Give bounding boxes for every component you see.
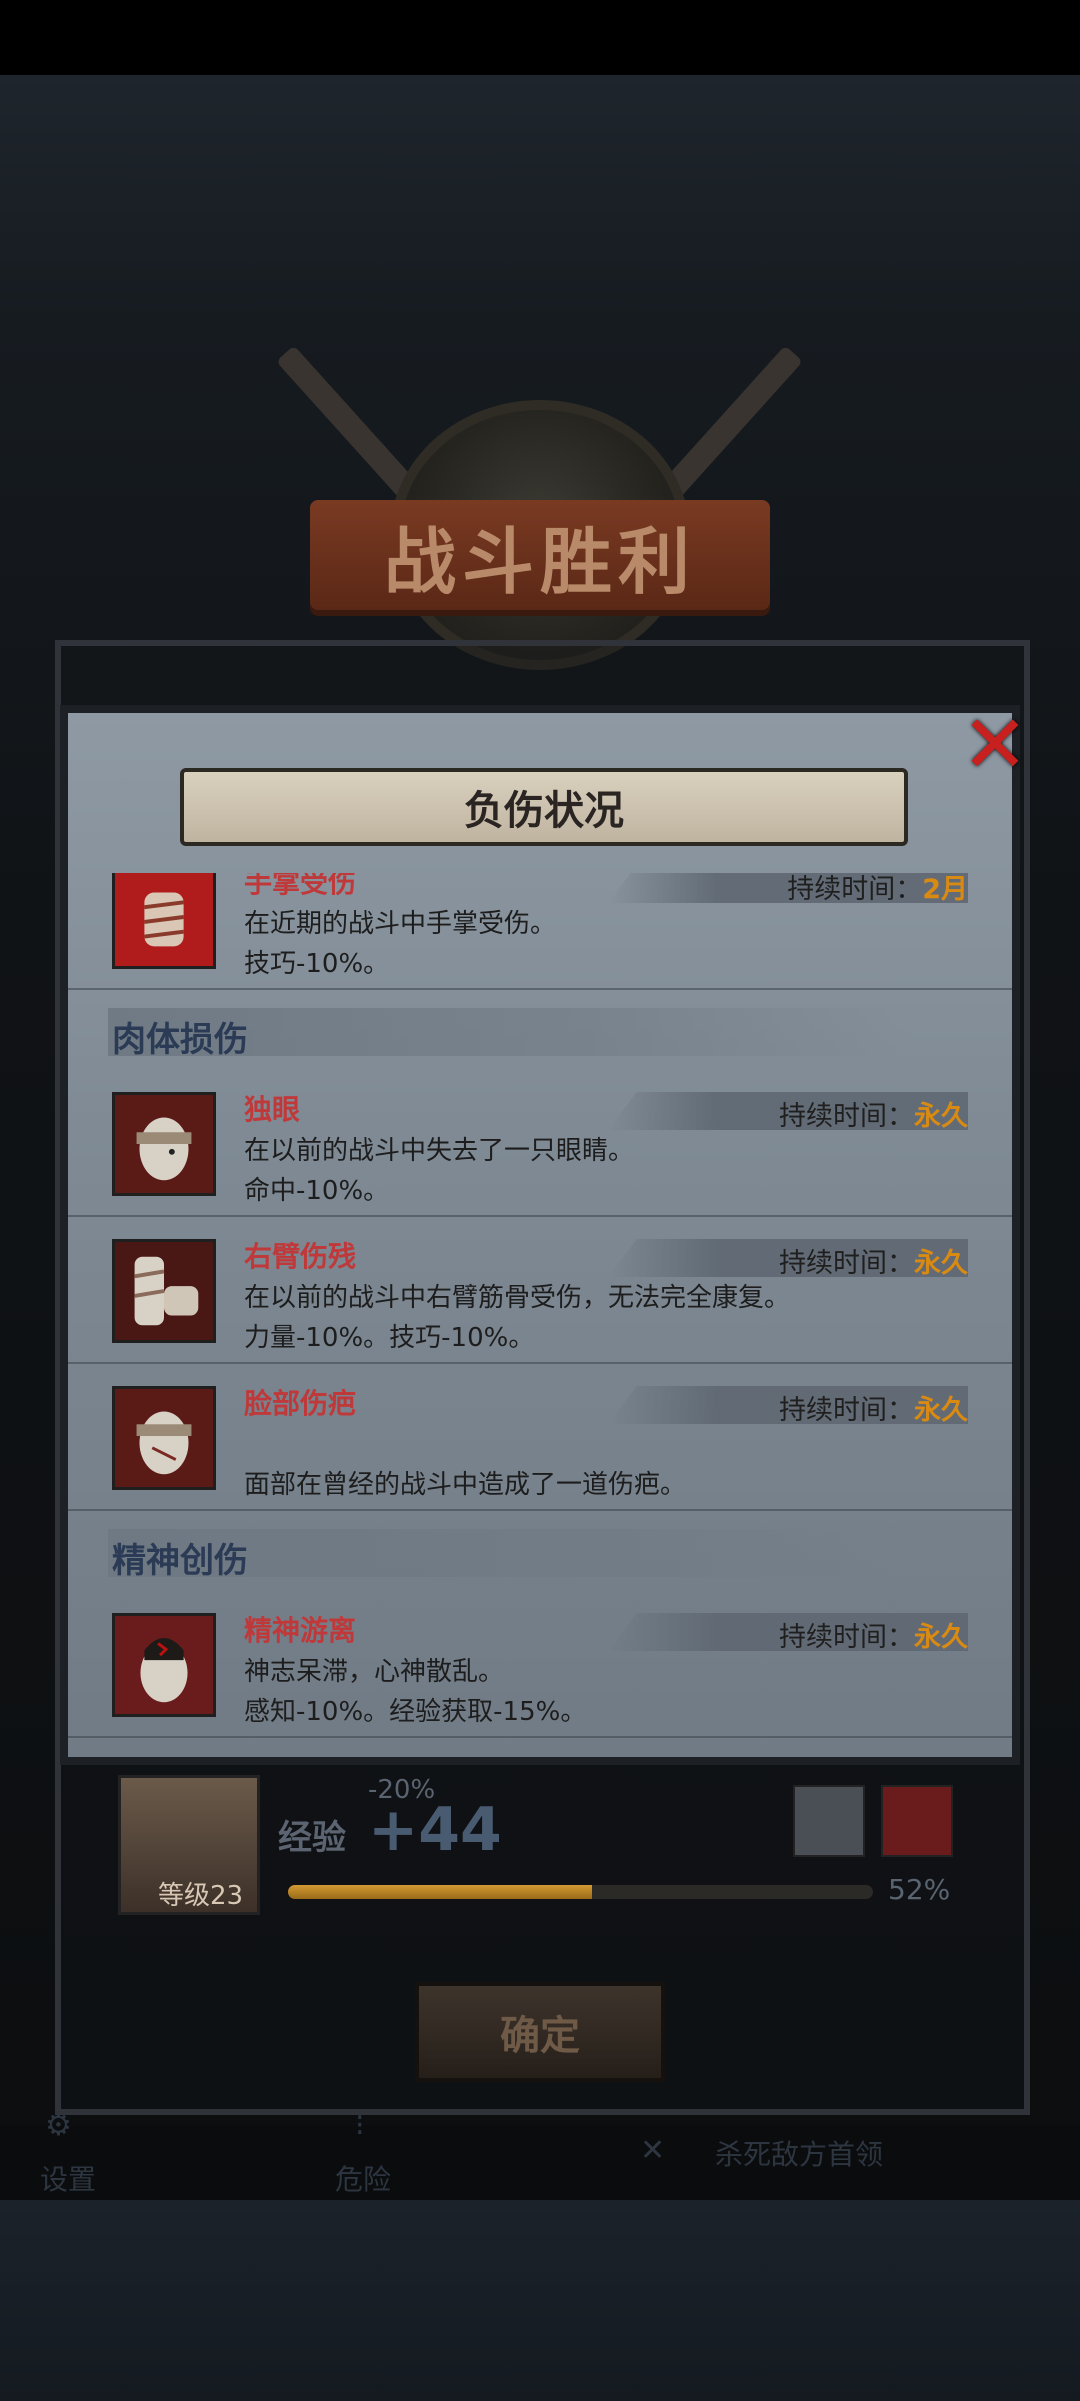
status-bar-area xyxy=(0,0,1080,75)
section-label: 肉体损伤 xyxy=(112,1020,248,1060)
exp-percent: 52% xyxy=(888,1873,951,1906)
confirm-label: 确定 xyxy=(500,2013,580,2059)
duration-text: 持续时间：2月 xyxy=(787,873,968,906)
dazed-head-icon xyxy=(112,1613,216,1717)
duration-label: 持续时间： xyxy=(779,1395,914,1426)
modal-title-plate: 负伤状况 xyxy=(180,768,908,846)
victory-banner: 战斗胜利 xyxy=(310,500,770,610)
section-physical: 肉体损伤 xyxy=(68,990,1012,1070)
injury-effect: 技巧-10%。 xyxy=(244,949,390,979)
injury-desc: 神志呆滞，心神散乱。 xyxy=(244,1657,505,1687)
injury-item-right-arm[interactable]: 持续时间：永久 右臂伤残 在以前的战斗中右臂筋骨受伤，无法完全康复。 力量-10… xyxy=(68,1217,1012,1364)
injury-status-modal: 负伤状况 持续时间：2月 手掌受伤 在近期的战斗中手掌受伤。 技巧-10%。 肉… xyxy=(60,705,1020,1765)
injury-desc: 在近期的战斗中手掌受伤。 xyxy=(244,909,557,939)
close-x-icon: ✕ xyxy=(961,698,1029,791)
injury-item-face-scar[interactable]: 持续时间：永久 脸部伤疤 面部在曾经的战斗中造成了一道伤疤。 xyxy=(68,1364,1012,1511)
duration-value: 2月 xyxy=(922,874,968,905)
injury-item-one-eye[interactable]: 持续时间：永久 独眼 在以前的战斗中失去了一只眼睛。 命中-10%。 xyxy=(68,1070,1012,1217)
character-exp-summary: 等级23 经验 -20% +44 52% xyxy=(118,1775,968,1925)
crossed-swords-icon: ✕ xyxy=(640,2133,666,2168)
injury-effect: 感知-10%。经验获取-15%。 xyxy=(244,1697,587,1727)
exp-progress-bar xyxy=(288,1885,873,1899)
confirm-button[interactable]: 确定 xyxy=(415,1982,665,2082)
duration-text: 持续时间：永久 xyxy=(779,1388,968,1427)
duration-text: 持续时间：永久 xyxy=(779,1615,968,1654)
duration-label: 持续时间： xyxy=(779,1101,914,1132)
injury-effect: 力量-10%。技巧-10%。 xyxy=(244,1323,535,1353)
bandaged-hand-icon xyxy=(112,873,216,969)
duration-label: 持续时间： xyxy=(779,1622,914,1653)
injury-name: 脸部伤疤 xyxy=(244,1387,357,1420)
injury-item-mental-wander[interactable]: 持续时间：永久 精神游离 神志呆滞，心神散乱。 感知-10%。经验获取-15%。 xyxy=(68,1591,1012,1738)
duration-value: 永久 xyxy=(914,1395,968,1426)
duration-value: 永久 xyxy=(914,1248,968,1279)
eyepatch-face-mini-icon[interactable] xyxy=(793,1785,865,1857)
close-button[interactable]: ✕ xyxy=(955,705,1035,785)
duration-label: 持续时间： xyxy=(779,1248,914,1279)
victory-title: 战斗胜利 xyxy=(383,519,696,604)
exp-progress-fill xyxy=(288,1885,593,1899)
bottom-background xyxy=(0,2200,1080,2401)
injury-name: 独眼 xyxy=(244,1093,301,1126)
injury-desc: 在以前的战斗中失去了一只眼睛。 xyxy=(244,1136,635,1166)
duration-text: 持续时间：永久 xyxy=(779,1241,968,1280)
bandaged-arm-icon xyxy=(112,1239,216,1343)
injury-list: 持续时间：2月 手掌受伤 在近期的战斗中手掌受伤。 技巧-10%。 肉体损伤 持… xyxy=(68,873,1012,1738)
injury-effect: 命中-10%。 xyxy=(244,1176,390,1206)
bottom-nav: ⚙ 设置 ⁝ 危险 ✕ 杀死敌方首领 xyxy=(0,2108,1080,2203)
duration-value: 永久 xyxy=(914,1101,968,1132)
nav-danger[interactable]: 危险 xyxy=(335,2158,391,2198)
injury-desc: 在以前的战斗中右臂筋骨受伤，无法完全康复。 xyxy=(244,1283,791,1313)
modal-title: 负伤状况 xyxy=(464,788,624,834)
injury-name: 手掌受伤 xyxy=(244,873,357,899)
injury-effect: 面部在曾经的战斗中造成了一道伤疤。 xyxy=(244,1470,687,1500)
nav-settings[interactable]: 设置 xyxy=(40,2158,96,2198)
duration-text: 持续时间：永久 xyxy=(779,1094,968,1133)
gear-icon: ⚙ xyxy=(45,2108,72,2143)
dazed-head-mini-icon[interactable] xyxy=(881,1785,953,1857)
injury-list-scroll[interactable]: 持续时间：2月 手掌受伤 在近期的战斗中手掌受伤。 技巧-10%。 肉体损伤 持… xyxy=(68,873,1012,1753)
nav-objective: 杀死敌方首领 xyxy=(715,2138,884,2171)
duration-label: 持续时间： xyxy=(787,874,923,905)
level-label: 等级23 xyxy=(158,1881,244,1911)
section-label: 精神创伤 xyxy=(112,1541,248,1581)
section-mental: 精神创伤 xyxy=(68,1511,1012,1591)
injury-name: 精神游离 xyxy=(244,1614,357,1647)
injury-name: 右臂伤残 xyxy=(244,1240,357,1273)
exp-gain: +44 xyxy=(368,1795,502,1865)
scarred-face-icon xyxy=(112,1386,216,1490)
eyepatch-face-icon xyxy=(112,1092,216,1196)
injury-item-hand[interactable]: 持续时间：2月 手掌受伤 在近期的战斗中手掌受伤。 技巧-10%。 xyxy=(68,873,1012,990)
duration-value: 永久 xyxy=(914,1622,968,1653)
exp-label: 经验 xyxy=(278,1818,346,1858)
danger-icon: ⁝ xyxy=(355,2108,365,2143)
